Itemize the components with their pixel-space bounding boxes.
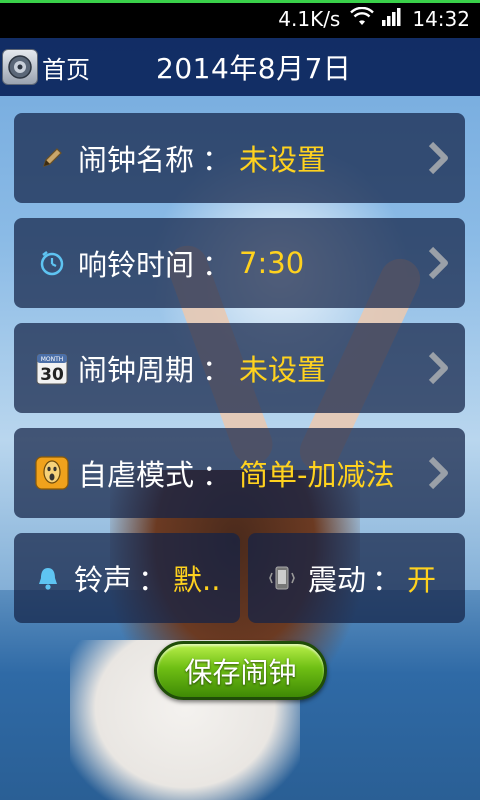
vibrate-colon: ：	[372, 563, 402, 597]
signal-icon	[382, 7, 402, 31]
calendar-day-text: 30	[40, 365, 64, 385]
status-progress-line	[0, 0, 480, 3]
app-header: 首页 2014年8月7日	[0, 38, 480, 96]
wifi-icon	[350, 6, 375, 32]
home-label: 首页	[42, 55, 90, 84]
alarm-period-value: 未设置	[239, 353, 327, 387]
vibrate-phone-icon	[262, 556, 302, 600]
torture-mode-colon: ：	[202, 458, 232, 492]
alarm-name-label: 闹钟名称	[78, 143, 195, 177]
calendar-month-text: MONTH	[41, 356, 64, 363]
torture-mode-row[interactable]: 自虐模式 ： 简单-加减法	[14, 428, 465, 518]
header-date: 2014年8月7日	[156, 52, 352, 85]
bell-icon	[28, 556, 68, 600]
alarm-period-colon: ：	[202, 353, 232, 387]
chevron-right-icon	[428, 456, 448, 490]
alarm-period-row[interactable]: MONTH 30 闹钟周期 ： 未设置	[14, 323, 465, 413]
home-icon	[2, 49, 38, 85]
ring-time-value: 7:30	[239, 246, 305, 280]
alarm-name-value: 未设置	[239, 143, 327, 177]
vibrate-value: 开	[407, 563, 437, 597]
ringtone-colon: ：	[138, 563, 168, 597]
ring-time-label: 响铃时间	[78, 248, 195, 282]
save-alarm-button[interactable]: 保存闹钟	[154, 641, 327, 700]
ringtone-label: 铃声	[74, 563, 133, 597]
chevron-right-icon	[428, 246, 448, 280]
status-time: 14:32	[412, 7, 470, 31]
torture-mode-label: 自虐模式	[78, 458, 195, 492]
home-button[interactable]: 首页	[0, 38, 90, 96]
alarm-name-colon: ：	[202, 143, 232, 177]
alarm-name-row[interactable]: 闹钟名称 ： 未设置	[14, 113, 465, 203]
torture-mode-value: 简单-加减法	[239, 458, 395, 492]
calendar-icon: MONTH 30	[30, 346, 74, 390]
stopwatch-icon	[30, 241, 74, 285]
ringtone-value: 默..	[173, 563, 221, 597]
alarm-period-label: 闹钟周期	[78, 353, 195, 387]
scream-icon	[30, 451, 74, 495]
ringtone-row[interactable]: 铃声 ： 默..	[14, 533, 240, 623]
pencil-icon	[30, 136, 74, 180]
vibrate-row[interactable]: 震动 ： 开	[248, 533, 465, 623]
chevron-right-icon	[428, 351, 448, 385]
ring-time-colon: ：	[202, 248, 232, 282]
ring-time-row[interactable]: 响铃时间 ： 7:30	[14, 218, 465, 308]
status-bar: 4.1K/s 14:32	[0, 0, 480, 38]
chevron-right-icon	[428, 141, 448, 175]
net-speed: 4.1K/s	[278, 7, 341, 31]
vibrate-label: 震动	[308, 563, 367, 597]
